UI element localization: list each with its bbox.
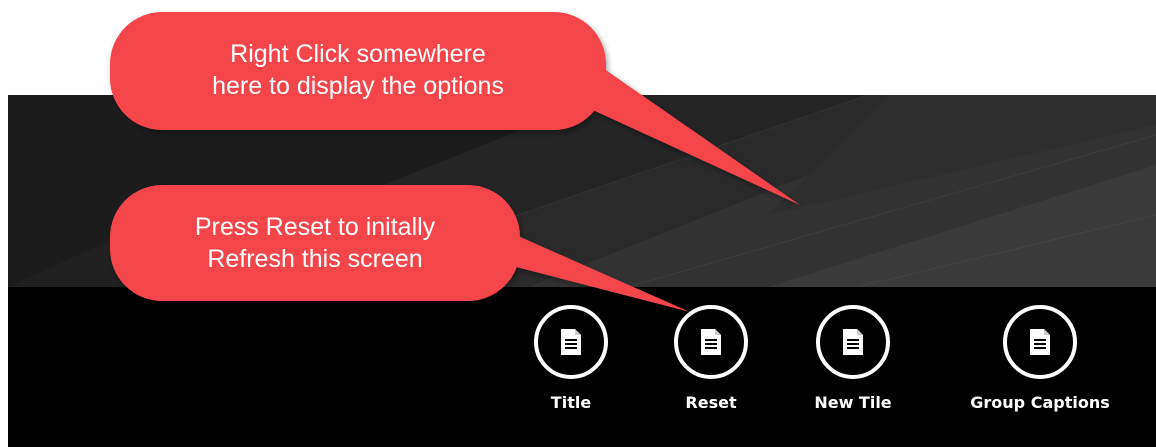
title-button[interactable]: Title — [496, 305, 646, 412]
reset-callout-line1: Press Reset to initally — [194, 213, 436, 241]
title-button-label: Title — [550, 393, 592, 412]
document-icon — [816, 305, 890, 379]
group-captions-button[interactable]: Group Captions — [965, 305, 1115, 412]
reset-callout-text: Press Reset to initally Refresh this scr… — [110, 211, 520, 275]
screen: Title Reset New Tile Group Captions Righ… — [0, 0, 1156, 447]
document-icon — [674, 305, 748, 379]
app-bar: Title Reset New Tile Group Captions — [8, 287, 1156, 447]
right-click-callout-line2: here to display the options — [212, 72, 504, 100]
document-icon — [534, 305, 608, 379]
reset-button-label: Reset — [685, 393, 737, 412]
right-click-callout-line1: Right Click somewhere — [230, 40, 486, 68]
new-tile-button[interactable]: New Tile — [778, 305, 928, 412]
reset-button[interactable]: Reset — [636, 305, 786, 412]
new-tile-button-label: New Tile — [814, 393, 892, 412]
reset-callout-line2: Refresh this screen — [207, 245, 423, 273]
document-icon — [1003, 305, 1077, 379]
right-click-callout-text: Right Click somewhere here to display th… — [110, 38, 606, 102]
group-captions-button-label: Group Captions — [970, 393, 1110, 412]
